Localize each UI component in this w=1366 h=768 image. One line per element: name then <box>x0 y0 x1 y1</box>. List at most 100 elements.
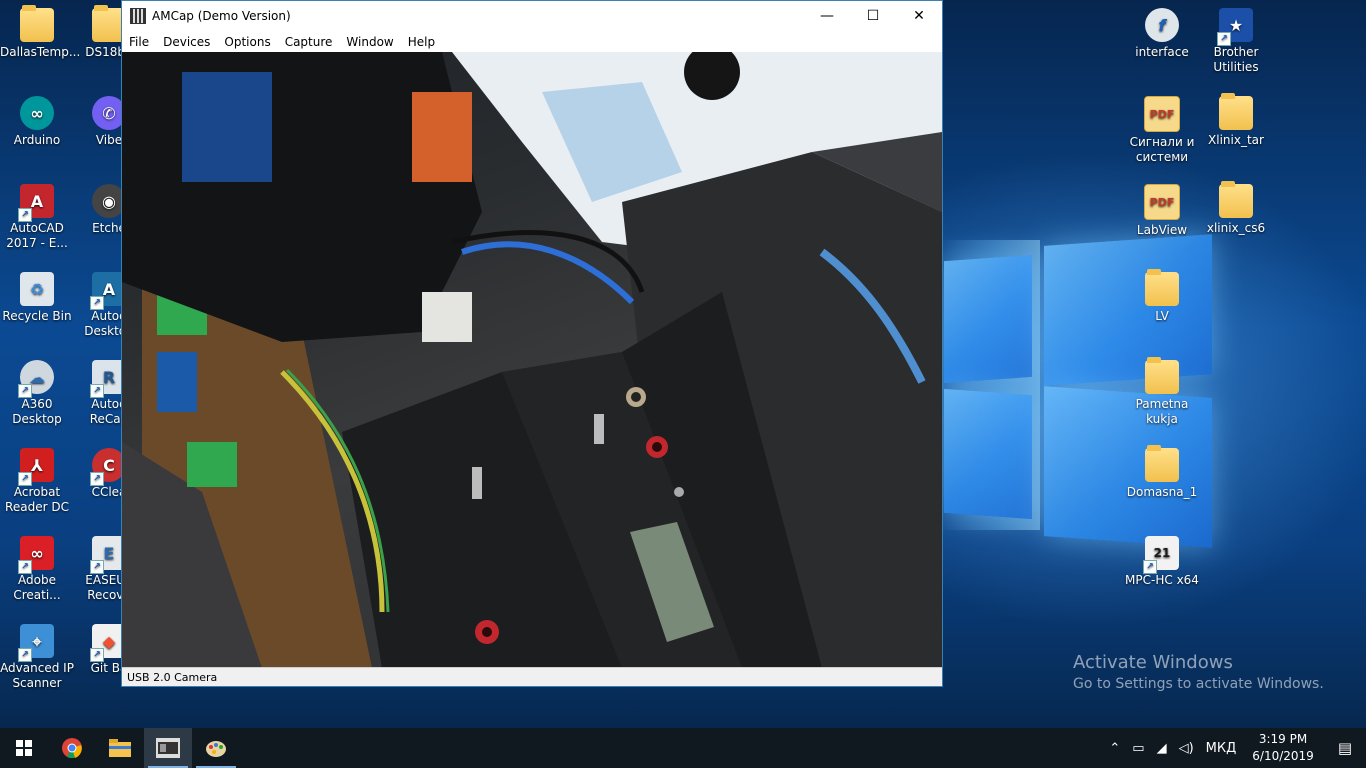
desktop-icon-xlinix-tar[interactable]: Xlinix_tar <box>1199 93 1273 148</box>
ip-scanner-icon: ⌖ <box>18 624 54 662</box>
desktop-icon-label: MPC-HC x64 <box>1125 573 1199 587</box>
close-button[interactable]: ✕ <box>896 1 942 31</box>
volume-icon[interactable]: ◁) <box>1173 741 1200 756</box>
amcap-app-icon <box>130 8 146 24</box>
menu-window[interactable]: Window <box>339 35 400 49</box>
clock-date: 6/10/2019 <box>1252 749 1314 763</box>
desktop-icon-arduino[interactable]: ∞ Arduino <box>0 96 74 148</box>
maximize-button[interactable]: ☐ <box>850 1 896 31</box>
amcap-icon <box>156 738 180 758</box>
desktop-icon-label: Recycle Bin <box>2 309 72 323</box>
folder-icon <box>1219 93 1253 130</box>
desktop-icon-label: Acrobat Reader DC <box>5 485 69 514</box>
maximize-icon: ☐ <box>866 8 880 24</box>
watermark-subtitle: Go to Settings to activate Windows. <box>1073 676 1324 692</box>
folder-icon <box>1219 181 1253 218</box>
close-icon: ✕ <box>913 8 925 24</box>
system-tray: ⌃ ▭ ◢ ◁) МКД 3:19 PM 6/10/2019 ▤ <box>1103 728 1366 768</box>
desktop-icon-label: LabView <box>1136 223 1188 237</box>
chrome-icon <box>62 738 82 759</box>
folder-icon <box>1145 269 1179 306</box>
desktop-icon-labview[interactable]: PDF LabView <box>1125 184 1199 238</box>
desktop-icon-label: Adobe Creati... <box>13 573 61 602</box>
desktop-icon-lv[interactable]: LV <box>1125 269 1199 324</box>
desktop-icon-label: Arduino <box>13 133 61 147</box>
flash-icon: f <box>1145 8 1179 42</box>
arduino-icon: ∞ <box>20 96 54 130</box>
desktop-icon-ip-scanner[interactable]: ⌖ Advanced IP Scanner <box>0 624 74 691</box>
taskbar-paint[interactable] <box>192 728 240 768</box>
pdf-document-icon: PDF <box>1144 184 1180 220</box>
menu-options[interactable]: Options <box>217 35 277 49</box>
menu-devices[interactable]: Devices <box>156 35 217 49</box>
desktop-icon-label: Domasna_1 <box>1126 485 1198 499</box>
windows-start-icon <box>16 740 32 756</box>
camera-frame-image <box>122 52 942 668</box>
folder-icon <box>1145 357 1179 394</box>
taskbar-file-explorer[interactable] <box>96 728 144 768</box>
desktop-icon-label: Advanced IP Scanner <box>0 661 74 690</box>
desktop-icon-label: A360 Desktop <box>12 397 62 426</box>
start-button[interactable] <box>0 728 48 768</box>
autocad-icon: A <box>18 184 54 222</box>
chevron-up-icon[interactable]: ⌃ <box>1103 741 1126 756</box>
action-center-icon[interactable]: ▤ <box>1324 739 1366 757</box>
desktop-icon-domasna[interactable]: Domasna_1 <box>1125 445 1199 500</box>
desktop-icon-label: interface <box>1135 45 1189 59</box>
logo-pane <box>944 388 1032 520</box>
minimize-button[interactable]: — <box>804 1 850 31</box>
desktop-icon-dallastemp[interactable]: DallasTemp... <box>0 5 81 60</box>
input-language[interactable]: МКД <box>1200 741 1243 756</box>
folder-icon <box>20 5 54 42</box>
desktop-icon-recycle-bin[interactable]: ♻ Recycle Bin <box>0 272 74 324</box>
mpc-icon: 21 <box>1143 536 1179 574</box>
desktop-icon-label: DallasTemp... <box>0 45 81 59</box>
desktop-icon-mpc-hc[interactable]: 21 MPC-HC x64 <box>1125 536 1199 588</box>
title-bar[interactable]: AMCap (Demo Version) — ☐ ✕ <box>122 1 942 31</box>
folder-icon <box>1145 445 1179 482</box>
battery-icon[interactable]: ▭ <box>1126 741 1150 756</box>
recycle-bin-icon: ♻ <box>20 272 54 306</box>
acrobat-icon: ⅄ <box>18 448 54 486</box>
a360-icon: ☁ <box>18 360 54 398</box>
desktop-icon-xlinix-cs6[interactable]: xlinix_cs6 <box>1199 181 1273 236</box>
desktop-icon-acrobat[interactable]: ⅄ Acrobat Reader DC <box>0 448 74 515</box>
desktop-icon-label: Pametna kukja <box>1135 397 1189 426</box>
menu-file[interactable]: File <box>122 35 156 49</box>
amcap-window: AMCap (Demo Version) — ☐ ✕ File Devices … <box>121 0 943 687</box>
file-explorer-icon <box>109 739 131 757</box>
taskbar-chrome[interactable] <box>48 728 96 768</box>
menu-bar: File Devices Options Capture Window Help <box>122 31 942 53</box>
camera-preview <box>122 52 942 668</box>
creative-cloud-icon: ∞ <box>18 536 54 574</box>
desktop-icon-label: LV <box>1155 309 1169 323</box>
paint-icon <box>206 741 226 757</box>
taskbar: ⌃ ▭ ◢ ◁) МКД 3:19 PM 6/10/2019 ▤ <box>0 728 1366 768</box>
desktop-icon-label: Xlinix_tar <box>1208 133 1264 147</box>
menu-help[interactable]: Help <box>401 35 442 49</box>
status-text: USB 2.0 Camera <box>127 671 218 684</box>
desktop-icon-interface[interactable]: f interface <box>1125 8 1199 60</box>
desktop-icon-pametna-kukja[interactable]: Pametna kukja <box>1125 357 1199 427</box>
desktop-icon-autocad[interactable]: A AutoCAD 2017 - E... <box>0 184 74 251</box>
brother-icon: ★ <box>1217 8 1253 46</box>
logo-pane <box>944 254 1032 384</box>
desktop-icon-label: xlinix_cs6 <box>1206 221 1266 235</box>
taskbar-amcap[interactable] <box>144 728 192 768</box>
wifi-icon[interactable]: ◢ <box>1151 741 1173 756</box>
minimize-icon: — <box>820 8 834 24</box>
window-title: AMCap (Demo Version) <box>152 9 291 23</box>
activate-windows-watermark: Activate Windows Go to Settings to activ… <box>1073 652 1324 692</box>
clock-time: 3:19 PM <box>1258 732 1308 746</box>
desktop-icon-label: Сигнали и системи <box>1129 135 1195 164</box>
pdf-document-icon: PDF <box>1144 96 1180 132</box>
watermark-title: Activate Windows <box>1073 652 1233 673</box>
menu-capture[interactable]: Capture <box>278 35 340 49</box>
desktop-icon-a360[interactable]: ☁ A360 Desktop <box>0 360 74 427</box>
desktop-icon-label: Brother Utilities <box>1213 45 1259 74</box>
status-bar: USB 2.0 Camera <box>122 667 942 686</box>
desktop-icon-creative-cloud[interactable]: ∞ Adobe Creati... <box>0 536 74 603</box>
clock[interactable]: 3:19 PM 6/10/2019 <box>1242 731 1324 765</box>
desktop-icon-brother[interactable]: ★ Brother Utilities <box>1199 8 1273 75</box>
desktop-icon-signals[interactable]: PDF Сигнали и системи <box>1125 96 1199 165</box>
